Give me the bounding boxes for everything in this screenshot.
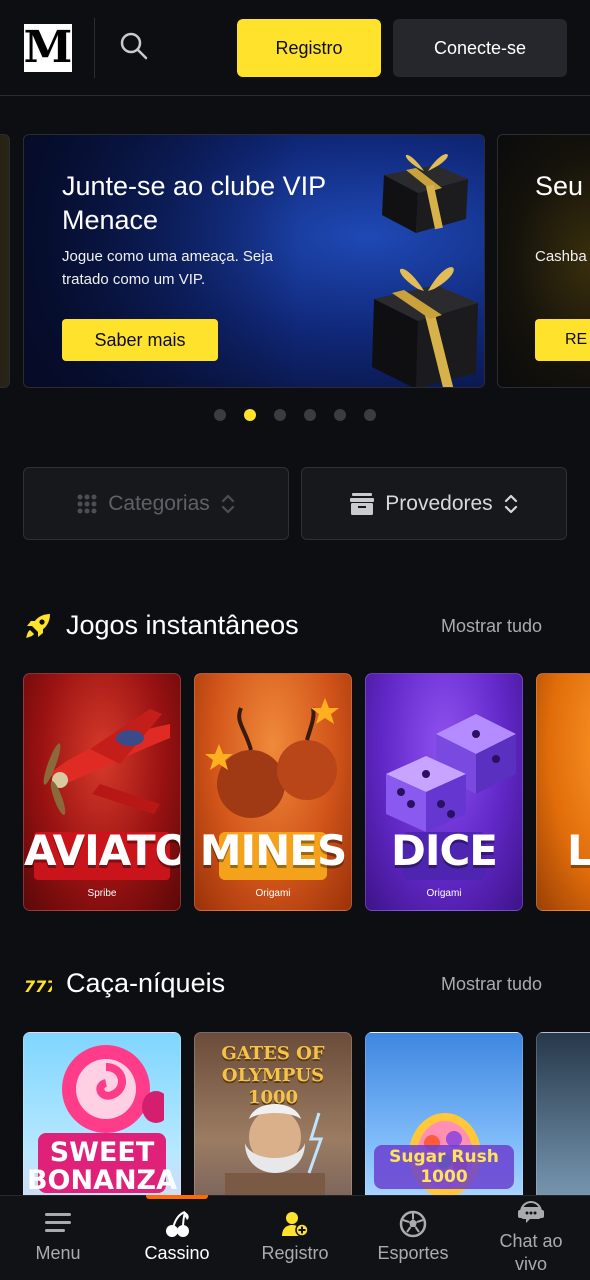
carousel-dot[interactable] xyxy=(334,409,346,421)
header-divider xyxy=(94,18,95,78)
carousel-dots xyxy=(0,409,590,423)
sort-chevrons-icon xyxy=(221,494,234,513)
search-icon[interactable] xyxy=(118,30,150,62)
candy-art xyxy=(62,1045,164,1133)
register-button[interactable]: Registro xyxy=(237,19,381,77)
carousel-dot[interactable] xyxy=(274,409,286,421)
game-title: AVIATOR xyxy=(24,826,180,875)
game-provider: Origami xyxy=(255,888,291,899)
carousel-dot[interactable] xyxy=(364,409,376,421)
nav-live-chat[interactable]: Chat ao vivo xyxy=(472,1196,590,1280)
cherries-icon xyxy=(166,1211,189,1237)
gift-box-icon xyxy=(382,154,468,233)
nav-casino[interactable]: Cassino xyxy=(118,1196,236,1280)
game-card-partial[interactable] xyxy=(536,1032,590,1195)
nav-label: Chat ao vivo xyxy=(499,1231,563,1274)
game-title: MINES xyxy=(199,826,348,875)
menace-logo[interactable]: M xyxy=(24,24,72,72)
login-button[interactable]: Conecte-se xyxy=(393,19,567,77)
chat-support-icon xyxy=(518,1200,544,1223)
game-card-gates-of-olympus[interactable]: GATES OF OLYMPUS 1000 xyxy=(194,1032,352,1195)
nav-menu[interactable]: Menu xyxy=(0,1196,116,1280)
rocket-icon xyxy=(26,614,50,638)
nav-sports[interactable]: Esportes xyxy=(354,1196,472,1280)
section-header-instant: Jogos instantâneos Mostrar tudo xyxy=(0,606,590,646)
learn-more-button[interactable]: Saber mais xyxy=(62,319,218,361)
zeus-art xyxy=(225,1104,325,1195)
gift-box-icon xyxy=(372,267,478,387)
instant-games-row: AVIATOR Spribe MINES Origami D xyxy=(0,673,590,913)
carousel-dot-active[interactable] xyxy=(244,409,256,421)
bomb-art xyxy=(205,698,339,818)
game-card-partial[interactable]: L xyxy=(536,673,590,911)
section-title: Caça-níqueis xyxy=(66,968,226,998)
nav-label: Menu xyxy=(35,1243,81,1263)
airplane-art xyxy=(43,709,170,815)
top-header: M Registro Conecte-se xyxy=(0,0,590,96)
svg-text:777: 777 xyxy=(24,977,52,996)
game-title: SWEET BONANZA xyxy=(26,1137,178,1195)
game-title: Sugar Rush 1000 xyxy=(389,1147,499,1187)
game-title: DICE xyxy=(390,826,498,875)
active-tab-indicator xyxy=(146,1195,208,1199)
soccer-ball-icon xyxy=(399,1210,427,1238)
nav-register[interactable]: Registro xyxy=(236,1196,354,1280)
providers-label: Provedores xyxy=(385,491,493,515)
slide-title: Seu refo xyxy=(535,171,590,201)
providers-dropdown[interactable]: Provedores xyxy=(301,467,567,540)
bottom-navigation: Menu Cassino Registro Esportes Chat ao v… xyxy=(0,1195,590,1280)
game-title: L xyxy=(537,826,590,875)
nav-label: Cassino xyxy=(144,1243,210,1263)
game-card-dice[interactable]: DICE Origami xyxy=(365,673,523,911)
game-card-sugar-rush[interactable]: Sugar Rush 1000 xyxy=(365,1032,523,1195)
slots-row: SWEET BONANZA GATES OF OLYMPUS 1000 Suga… xyxy=(0,1032,590,1195)
carousel-dot[interactable] xyxy=(304,409,316,421)
nav-label: Registro xyxy=(261,1243,329,1263)
carousel-slide-vip[interactable]: Junte-se ao clube VIP Menace Jogue como … xyxy=(23,134,485,388)
game-card-sweet-bonanza[interactable]: SWEET BONANZA xyxy=(23,1032,181,1195)
carousel-dot[interactable] xyxy=(214,409,226,421)
add-user-icon xyxy=(282,1212,309,1237)
game-card-aviator[interactable]: AVIATOR Spribe xyxy=(23,673,181,911)
slide-subtitle: Jogue como uma ameaça. Seja tratado como… xyxy=(62,248,273,288)
sort-chevrons-icon xyxy=(504,494,517,513)
carousel-slide-prev[interactable] xyxy=(0,134,10,388)
archive-box-icon xyxy=(350,492,375,515)
nav-label: Esportes xyxy=(377,1243,449,1263)
logo-letter: M xyxy=(23,22,73,73)
grid-icon xyxy=(77,494,97,513)
carousel-slide-next[interactable]: Seu refo Cashba Bônus RE xyxy=(497,134,590,388)
section-header-slots: 777 Caça-níqueis Mostrar tudo xyxy=(0,964,590,1004)
sevens-icon: 777 xyxy=(24,977,52,996)
menu-icon xyxy=(45,1213,71,1232)
categories-label: Categorias xyxy=(108,491,210,515)
game-card-mines[interactable]: MINES Origami xyxy=(194,673,352,911)
show-all-link[interactable]: Mostrar tudo xyxy=(441,974,542,995)
slide-cta-button[interactable]: RE xyxy=(535,319,590,361)
dice-art xyxy=(386,714,516,832)
promo-carousel[interactable]: Junte-se ao clube VIP Menace Jogue como … xyxy=(0,134,590,388)
categories-dropdown[interactable]: Categorias xyxy=(23,467,289,540)
game-provider: Spribe xyxy=(87,888,117,899)
section-title: Jogos instantâneos xyxy=(66,610,299,640)
slide-subtitle: Cashba Bônus xyxy=(535,248,590,265)
game-provider: Origami xyxy=(426,888,462,899)
slide-title: Junte-se ao clube VIP Menace xyxy=(62,171,326,235)
show-all-link[interactable]: Mostrar tudo xyxy=(441,616,542,637)
